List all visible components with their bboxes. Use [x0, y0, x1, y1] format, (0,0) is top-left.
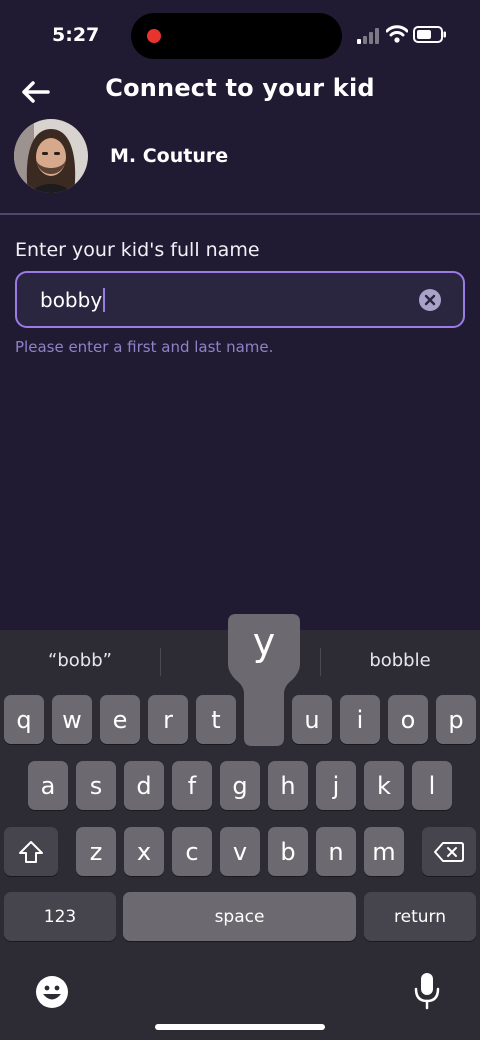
key-s[interactable]: s [76, 761, 116, 810]
key-p[interactable]: p [436, 695, 476, 744]
wifi-icon [386, 25, 408, 43]
key-c[interactable]: c [172, 827, 212, 876]
battery-icon [413, 26, 446, 43]
status-time: 5:27 [52, 24, 100, 46]
backspace-key[interactable] [422, 827, 476, 876]
key-i[interactable]: i [340, 695, 380, 744]
key-b[interactable]: b [268, 827, 308, 876]
recording-dot-icon [147, 29, 161, 43]
key-j[interactable]: j [316, 761, 356, 810]
key-n[interactable]: n [316, 827, 356, 876]
input-value: bobby [40, 288, 103, 312]
shift-key[interactable] [4, 827, 58, 876]
numbers-key[interactable]: 123 [4, 892, 116, 941]
text-caret [103, 288, 106, 312]
key-h[interactable]: h [268, 761, 308, 810]
key-l[interactable]: l [412, 761, 452, 810]
signal-icon [357, 28, 379, 44]
keyboard: “bobb” Bo bobble q w e r t u i o p y a s… [0, 614, 480, 1040]
key-x[interactable]: x [124, 827, 164, 876]
suggestion-3[interactable]: bobble [320, 650, 480, 671]
input-text[interactable]: bobby [40, 288, 106, 312]
key-e[interactable]: e [100, 695, 140, 744]
field-label: Enter your kid's full name [15, 239, 260, 261]
hint-text: Please enter a first and last name. [15, 338, 274, 356]
avatar-photo [14, 119, 88, 193]
pressed-key-label: y [252, 620, 276, 664]
avatar [14, 119, 88, 193]
clear-x-icon [424, 294, 436, 306]
key-g[interactable]: g [220, 761, 260, 810]
backspace-icon [434, 841, 464, 862]
key-q[interactable]: q [4, 695, 44, 744]
key-z[interactable]: z [76, 827, 116, 876]
divider [0, 213, 480, 215]
kid-name-input[interactable]: bobby [15, 271, 465, 328]
key-w[interactable]: w [52, 695, 92, 744]
profile-name: M. Couture [110, 145, 229, 167]
key-m[interactable]: m [364, 827, 404, 876]
emoji-icon[interactable] [35, 975, 69, 1009]
key-d[interactable]: d [124, 761, 164, 810]
clear-button[interactable] [419, 289, 441, 311]
page-title: Connect to your kid [105, 74, 375, 102]
profile-row: M. Couture [14, 119, 228, 193]
key-k[interactable]: k [364, 761, 404, 810]
key-y-popup[interactable]: y [228, 614, 300, 746]
suggestion-1[interactable]: “bobb” [0, 650, 160, 671]
key-v[interactable]: v [220, 827, 260, 876]
key-o[interactable]: o [388, 695, 428, 744]
key-r[interactable]: r [148, 695, 188, 744]
key-a[interactable]: a [28, 761, 68, 810]
return-key[interactable]: return [364, 892, 476, 941]
dynamic-island [131, 13, 342, 59]
shift-icon [19, 840, 43, 863]
space-key[interactable]: space [123, 892, 356, 941]
key-f[interactable]: f [172, 761, 212, 810]
microphone-icon[interactable] [414, 972, 440, 1010]
home-indicator[interactable] [155, 1024, 325, 1030]
